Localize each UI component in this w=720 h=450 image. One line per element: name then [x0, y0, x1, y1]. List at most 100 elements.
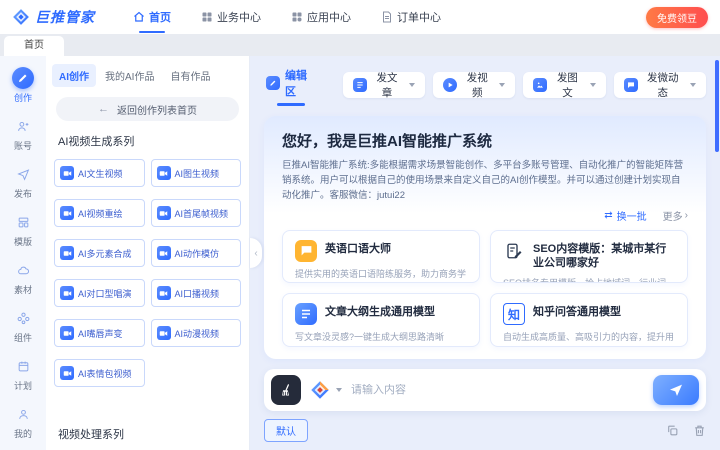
chat-bubble-icon: [623, 78, 638, 92]
chevron-right-icon: ›: [684, 209, 688, 221]
ai-tool-button[interactable]: AI视频重绘: [54, 199, 145, 227]
orders-icon: [383, 11, 391, 23]
prompt-input[interactable]: [351, 384, 644, 396]
welcome-panel: 您好，我是巨推AI智能推广系统 巨推AI智能推广系统:多能根据需求场景智能创作、…: [264, 116, 706, 359]
more-link[interactable]: 更多 ›: [663, 208, 688, 223]
nav-label: 首页: [149, 12, 171, 24]
send-button[interactable]: [653, 375, 699, 405]
ai-tool-button[interactable]: AI图生视频: [150, 159, 241, 187]
main-content: ‹ 编辑区 发文章 发视频 发图文 发微动态 您好，我是巨推AI智能推广系统 巨…: [250, 56, 720, 450]
model-card[interactable]: 文章大纲生成通用模型 写文章没灵感?一键生成大纲思路清晰: [282, 293, 480, 347]
chat-icon: [295, 239, 317, 262]
back-to-list-button[interactable]: ← 返回创作列表首页: [56, 97, 239, 121]
tab-ai-creation[interactable]: AI创作: [52, 64, 96, 87]
nav-home[interactable]: 首页: [119, 0, 185, 34]
ai-tool-button[interactable]: AI动漫视频: [150, 319, 241, 347]
model-selector[interactable]: [310, 380, 342, 400]
nav-app-center[interactable]: 应用中心: [277, 0, 365, 34]
model-card[interactable]: SEO内容模版：某城市某行业公司哪家好 SEO排名专用模版，抢占地域词、行业词、…: [490, 229, 688, 284]
nav-label: 应用中心: [307, 12, 351, 24]
publish-moments-button[interactable]: 发微动态: [613, 72, 707, 99]
swap-icon: ⇄: [604, 209, 613, 221]
tab-home[interactable]: 首页: [4, 36, 64, 56]
video-camera-icon: [156, 246, 171, 260]
template-icon: [12, 211, 34, 233]
copy-icon[interactable]: [666, 424, 679, 437]
sidebar-tabs: AI创作 我的AI作品 自有作品: [46, 56, 249, 93]
publish-video-button[interactable]: 发视频: [433, 72, 516, 99]
clear-context-button[interactable]: [271, 375, 301, 405]
rail-label: 发布: [13, 189, 32, 199]
page-tabbar: 首页: [0, 34, 720, 56]
jutui-admin-app: 巨推管家 首页 业务中心 应用中心 订单中心 免费领豆 首页 创作 账号 发布 …: [0, 0, 720, 450]
back-arrow-icon: ←: [98, 103, 109, 115]
ai-tool-button[interactable]: AI表情包视频: [54, 359, 145, 387]
ai-tool-button[interactable]: AI动作模仿: [150, 239, 241, 267]
swap-batch-link[interactable]: ⇄ 换一批: [604, 208, 646, 223]
chevron-down-icon: [336, 388, 342, 392]
rail-item-create[interactable]: 创作: [0, 62, 46, 110]
model-card[interactable]: 英语口语大师 提供实用的英语口语陪练服务，助力商务学习者提高口语能力: [282, 229, 480, 284]
video-camera-icon: [60, 286, 74, 300]
video-camera-icon: [156, 326, 171, 340]
edit-area-icon: [266, 76, 280, 90]
app-logo[interactable]: 巨推管家: [12, 7, 95, 27]
editor-footer: 默认: [264, 419, 706, 442]
ai-tool-button[interactable]: AI口播视频: [150, 279, 241, 307]
model-card[interactable]: 知 知乎问答通用模型 自动生成高质量、高吸引力的内容，提升用户阅读体验: [490, 293, 688, 347]
ai-tool-grid: AI文生视频 AI图生视频 AI视频重绘 AI首尾帧视频 AI多元素合成 AI动…: [46, 159, 249, 387]
tab-my-ai-works[interactable]: 我的AI作品: [98, 64, 161, 87]
collapse-icon: ‹: [254, 247, 258, 259]
free-beans-badge[interactable]: 免费领豆: [646, 6, 708, 28]
default-mode-button[interactable]: 默认: [264, 419, 308, 442]
trash-icon[interactable]: [693, 424, 706, 437]
rail-item-template[interactable]: 模版: [0, 206, 46, 254]
apps-icon: [292, 12, 302, 22]
chevron-down-icon: [589, 83, 596, 87]
component-icon: [12, 307, 34, 329]
ai-tool-button[interactable]: AI对口型唱演: [54, 279, 145, 307]
sidebar-collapse-handle[interactable]: ‹: [250, 238, 262, 268]
back-label: 返回创作列表首页: [117, 105, 197, 117]
rail-item-plan[interactable]: 计划: [0, 350, 46, 398]
video-camera-icon: [60, 166, 74, 180]
rail-item-profile[interactable]: 我的: [0, 398, 46, 446]
pen-icon: [12, 67, 34, 89]
home-icon: [134, 11, 144, 22]
rail-item-account[interactable]: 账号: [0, 110, 46, 158]
video-camera-icon: [60, 246, 74, 260]
publish-image-text-button[interactable]: 发图文: [523, 72, 606, 99]
scrollbar[interactable]: [715, 60, 719, 152]
jutui-model-logo-icon: [311, 381, 329, 399]
rail-label: 计划: [13, 381, 32, 391]
rail-item-component[interactable]: 组件: [0, 302, 46, 350]
chevron-down-icon: [409, 83, 416, 87]
rail-item-material[interactable]: 素材: [0, 254, 46, 302]
video-camera-icon: [156, 166, 171, 180]
ai-tool-button[interactable]: AI多元素合成: [54, 239, 145, 267]
tab-own-works[interactable]: 自有作品: [163, 64, 217, 87]
ai-tool-button[interactable]: AI文生视频: [54, 159, 145, 187]
business-grid-icon: [202, 12, 212, 22]
broom-icon: [281, 383, 289, 395]
ai-tool-button[interactable]: AI嘴唇声变: [54, 319, 145, 347]
rail-label: 我的: [13, 429, 32, 439]
rail-label: 素材: [13, 285, 32, 295]
app-body: 创作 账号 发布 模版 素材 组件 计划 我的 AI创作 我的AI作品 自有作品…: [0, 56, 720, 450]
nav-label: 业务中心: [217, 12, 261, 24]
nav-order-center[interactable]: 订单中心: [367, 0, 455, 34]
rail-item-publish[interactable]: 发布: [0, 158, 46, 206]
page-title: 您好，我是巨推AI智能推广系统: [282, 133, 493, 150]
image-icon: [533, 78, 548, 92]
publish-article-button[interactable]: 发文章: [342, 72, 426, 99]
tab-edit-area[interactable]: 编辑区: [264, 64, 319, 106]
rail-label: 组件: [13, 333, 32, 343]
creation-sidebar: AI创作 我的AI作品 自有作品 ← 返回创作列表首页 AI视频生成系列 AI文…: [46, 56, 250, 450]
nav-business-center[interactable]: 业务中心: [187, 0, 275, 34]
left-rail: 创作 账号 发布 模版 素材 组件 计划 我的: [0, 56, 46, 450]
ai-tool-button[interactable]: AI首尾帧视频: [150, 199, 241, 227]
section-title-video-process: 视频处理系列: [58, 429, 124, 441]
video-camera-icon: [60, 366, 74, 380]
outline-doc-icon: [295, 303, 317, 326]
seo-doc-icon: [503, 240, 525, 262]
